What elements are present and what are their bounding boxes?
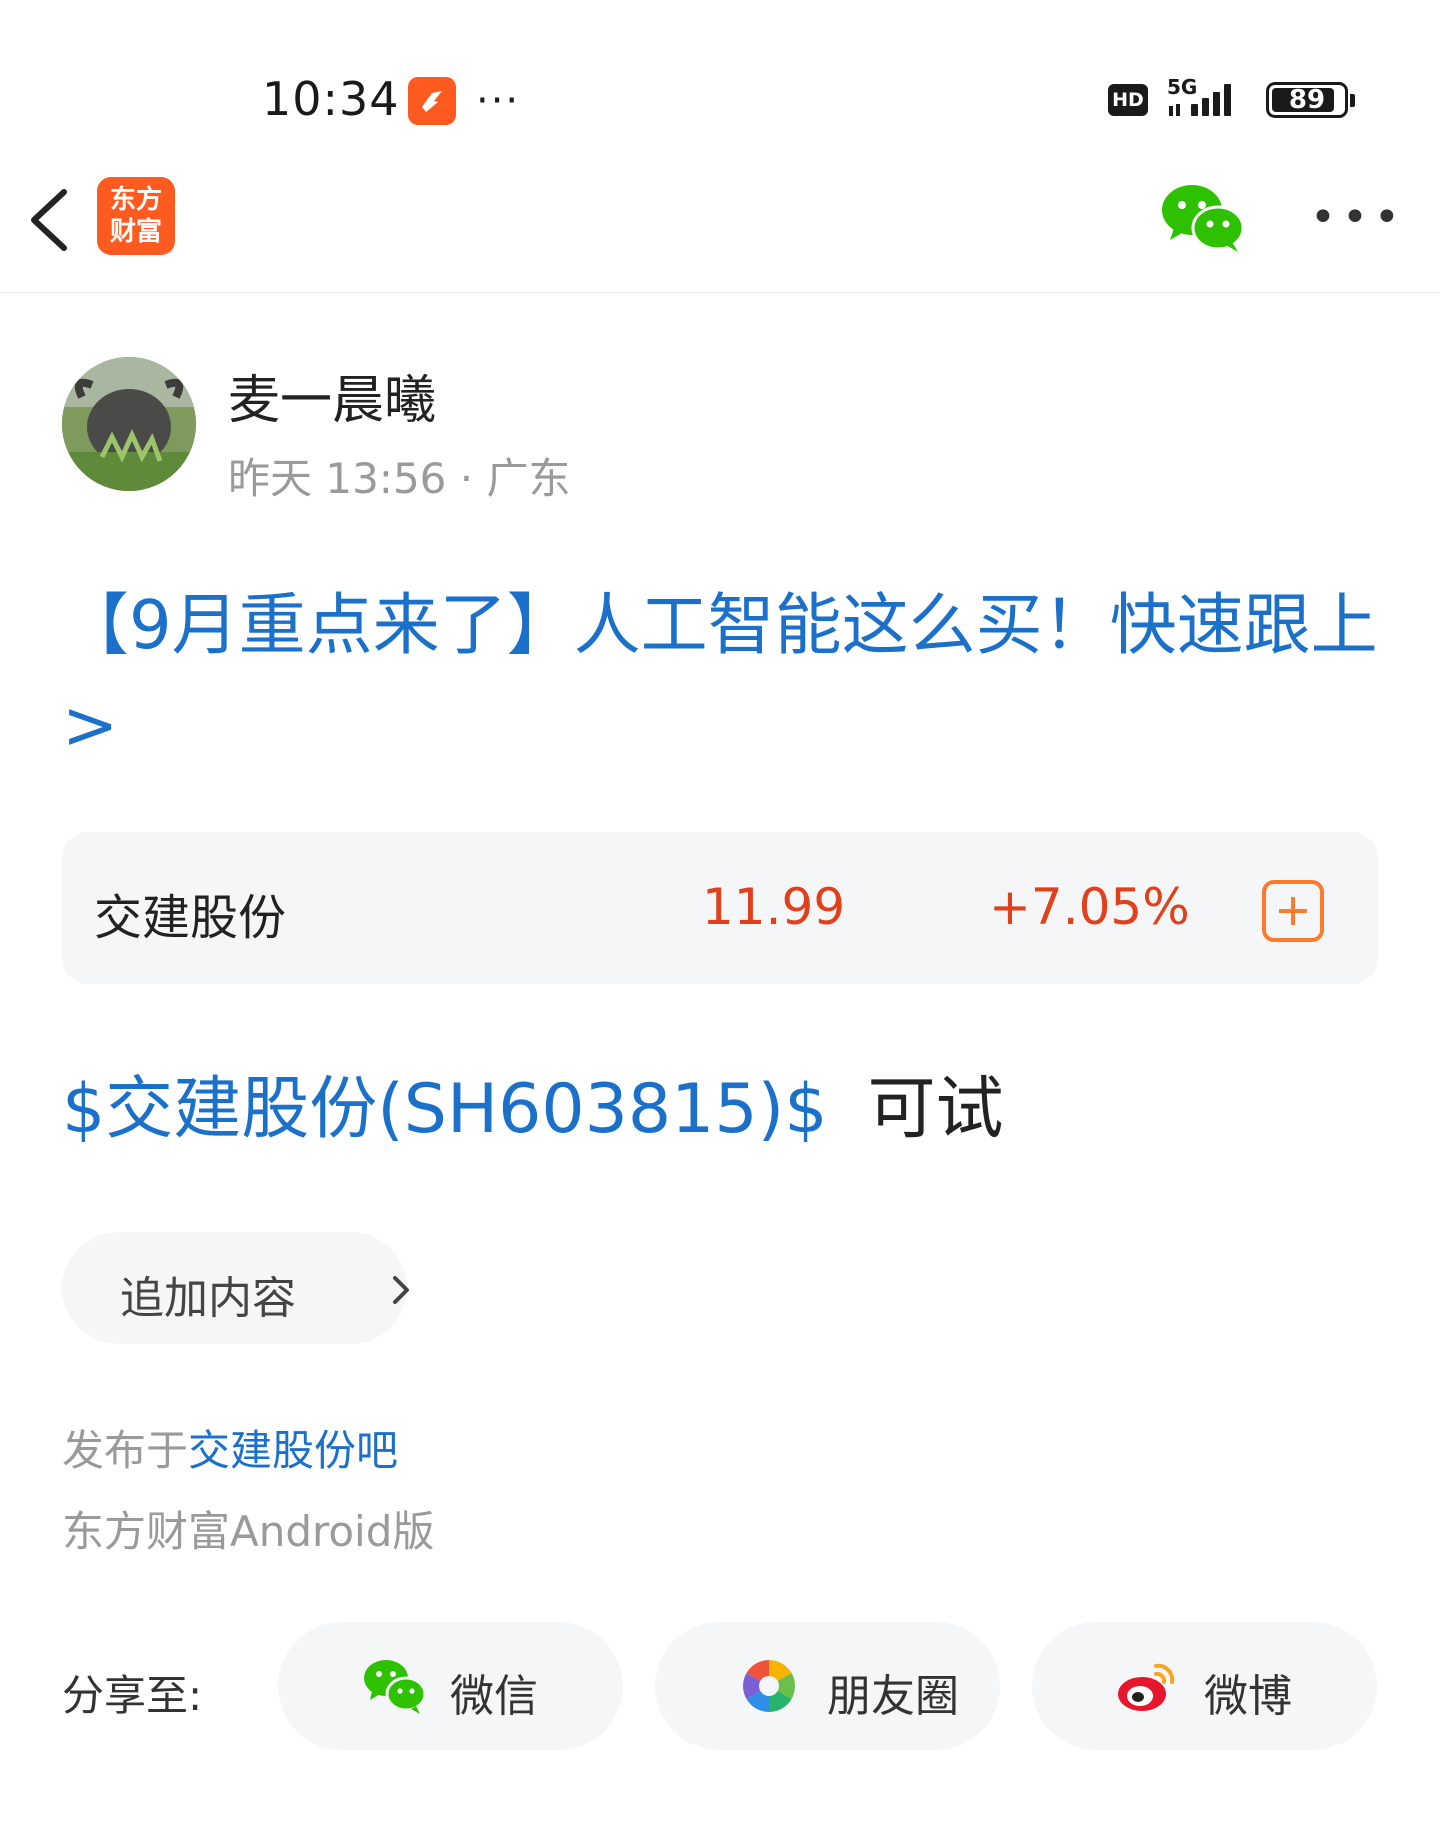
post-body: $交建股份(SH603815)$ 可试 [62,1065,1003,1155]
append-content-button[interactable]: 追加内容 [62,1232,409,1344]
stock-price: 11.99 [702,878,846,936]
signal-5g-icon: 5G [1167,75,1231,116]
share-label: 分享至: [62,1671,203,1720]
share-weibo-label: 微博 [1204,1671,1292,1722]
battery-icon: 89 [1266,82,1355,118]
more-options-icon[interactable]: ••• [1310,192,1406,243]
append-content-label: 追加内容 [120,1273,296,1324]
add-watchlist-icon[interactable] [1262,880,1324,942]
stock-change: +7.05% [989,878,1190,936]
battery-level: 89 [1288,85,1326,115]
share-weibo-button[interactable]: 微博 [1032,1622,1377,1750]
avatar[interactable] [62,357,196,491]
status-time: 10:34 [262,72,400,126]
stock-name: 交建股份 [94,890,287,946]
wechat-icon [364,1660,426,1714]
back-icon[interactable] [22,180,82,260]
published-prefix: 发布于 [62,1426,189,1475]
share-moments-label: 朋友圈 [827,1671,959,1722]
post-meta: 昨天 13:56 · 广东 [228,454,571,503]
weibo-icon [1118,1663,1175,1711]
svg-text:5G: 5G [1167,75,1197,99]
hd-voice-icon: HD [1108,84,1148,116]
client-source: 东方财富Android版 [62,1507,435,1556]
author-name[interactable]: 麦一晨曦 [228,358,436,433]
more-notifications-icon: ··· [476,78,521,124]
share-moments-button[interactable]: 朋友圈 [655,1622,1000,1750]
status-bar: 10:34 ··· HD 5G 89 [0,0,1440,150]
published-in: 发布于交建股份吧 [62,1417,398,1478]
eastmoney-notification-icon [408,77,456,125]
post-body-text: 可试 [867,1070,1004,1149]
share-wechat-button[interactable]: 微信 [278,1622,623,1750]
post-title-link[interactable]: 【9月重点来了】人工智能这么买！快速跟上> [62,575,1382,775]
stock-card[interactable]: 交建股份 11.99 +7.05% [62,832,1378,984]
share-wechat-label: 微信 [450,1671,538,1722]
chevron-right-icon [393,1276,409,1304]
nav-bar: 东方 财富 ••• [0,150,1440,293]
wechat-share-icon[interactable] [1160,180,1245,255]
eastmoney-logo: 东方 财富 [97,177,175,255]
moments-icon [743,1660,795,1712]
stock-bar-link[interactable]: 交建股份吧 [188,1426,398,1475]
stock-tag-link[interactable]: $交建股份(SH603815)$ [62,1070,827,1149]
